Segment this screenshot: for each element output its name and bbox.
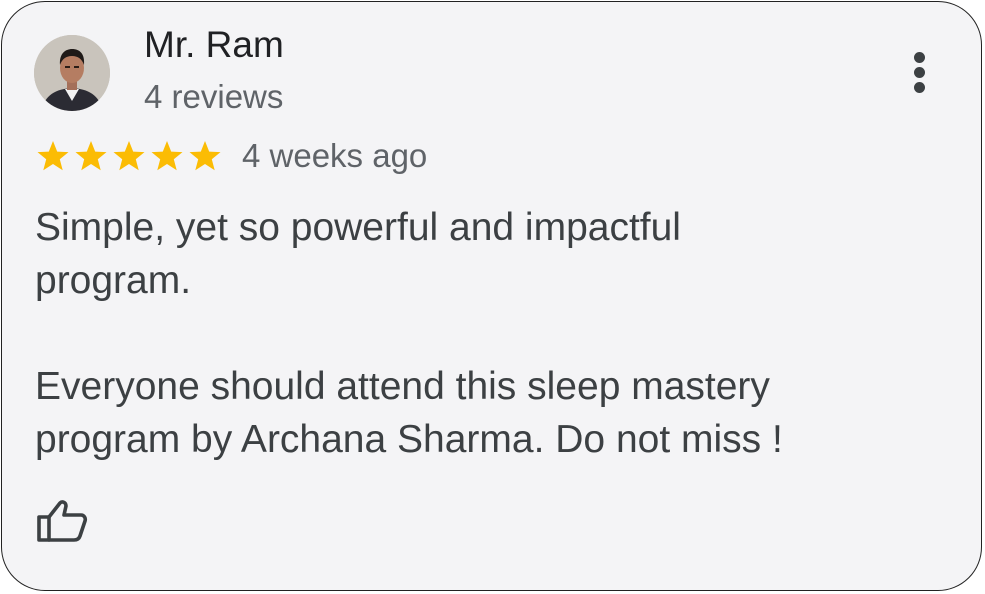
review-text-line: Simple, yet so powerful and impactful (35, 206, 681, 249)
star-rating (34, 139, 224, 173)
review-card: Mr. Ram 4 reviews 4 weeks ago Simple, ye… (1, 1, 982, 591)
star-icon (151, 141, 183, 171)
star-icon (37, 141, 69, 171)
like-button[interactable] (35, 498, 91, 544)
star-icon (75, 141, 107, 171)
star-icon (189, 141, 221, 171)
avatar[interactable] (34, 35, 110, 111)
review-text-line: Everyone should attend this sleep master… (35, 365, 770, 408)
review-text: Simple, yet so powerful and impactful pr… (35, 201, 935, 466)
thumbs-up-icon (37, 500, 88, 542)
reviewer-name[interactable]: Mr. Ram (144, 22, 284, 68)
review-text-line (35, 307, 935, 360)
review-text-line: program. (35, 259, 192, 302)
review-date: 4 weeks ago (242, 137, 428, 174)
star-icon (113, 141, 145, 171)
review-count[interactable]: 4 reviews (144, 76, 283, 118)
more-options-button[interactable] (902, 46, 938, 96)
avatar-photo (34, 35, 110, 111)
review-text-line: program by Archana Sharma. Do not miss ! (35, 418, 783, 461)
